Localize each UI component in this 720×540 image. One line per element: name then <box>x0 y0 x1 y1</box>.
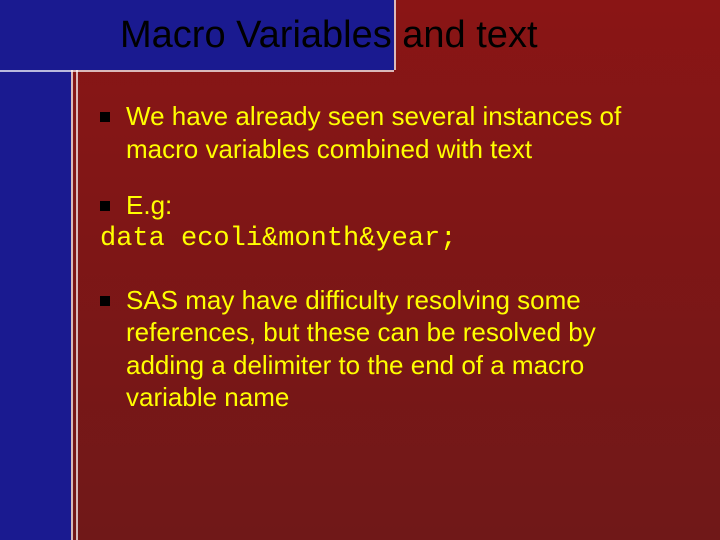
bullet-item: E.g: <box>100 189 680 222</box>
bullet-item: SAS may have difficulty resolving some r… <box>100 284 680 414</box>
slide-title: Macro Variables and text <box>120 14 538 57</box>
bullet-icon <box>100 296 110 306</box>
bullet-text: We have already seen several instances o… <box>126 100 680 165</box>
bullet-icon <box>100 112 110 122</box>
sidebar-line-1 <box>71 0 73 540</box>
bullet-icon <box>100 201 110 211</box>
slide-body: We have already seen several instances o… <box>100 100 680 438</box>
code-line: data ecoli&month&year; <box>100 224 680 254</box>
bullet-text: E.g: <box>126 189 680 222</box>
slide: Macro Variables and text We have already… <box>0 0 720 540</box>
sidebar-line-2 <box>76 0 78 540</box>
bullet-item: We have already seen several instances o… <box>100 100 680 165</box>
sidebar-decoration <box>0 0 71 540</box>
bullet-text: SAS may have difficulty resolving some r… <box>126 284 680 414</box>
header-line-bottom <box>0 70 394 72</box>
